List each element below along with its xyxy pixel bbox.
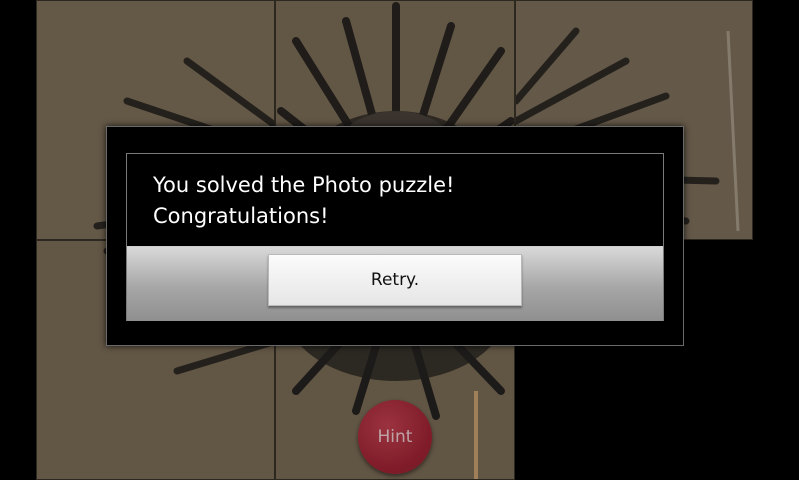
dialog-message-line1: You solved the Photo puzzle! [153,173,455,197]
dialog-message-line2: Congratulations! [153,204,329,228]
retry-button[interactable]: Retry. [268,254,522,306]
dialog-frame: You solved the Photo puzzle! Congratulat… [106,126,684,346]
dialog-button-bar: Retry. [127,246,663,321]
puzzle-screen: Hint You solved the Photo puzzle! Congra… [0,0,799,480]
retry-button-label: Retry. [370,270,420,290]
dialog-message: You solved the Photo puzzle! Congratulat… [153,170,633,232]
solved-dialog: You solved the Photo puzzle! Congratulat… [126,153,664,321]
